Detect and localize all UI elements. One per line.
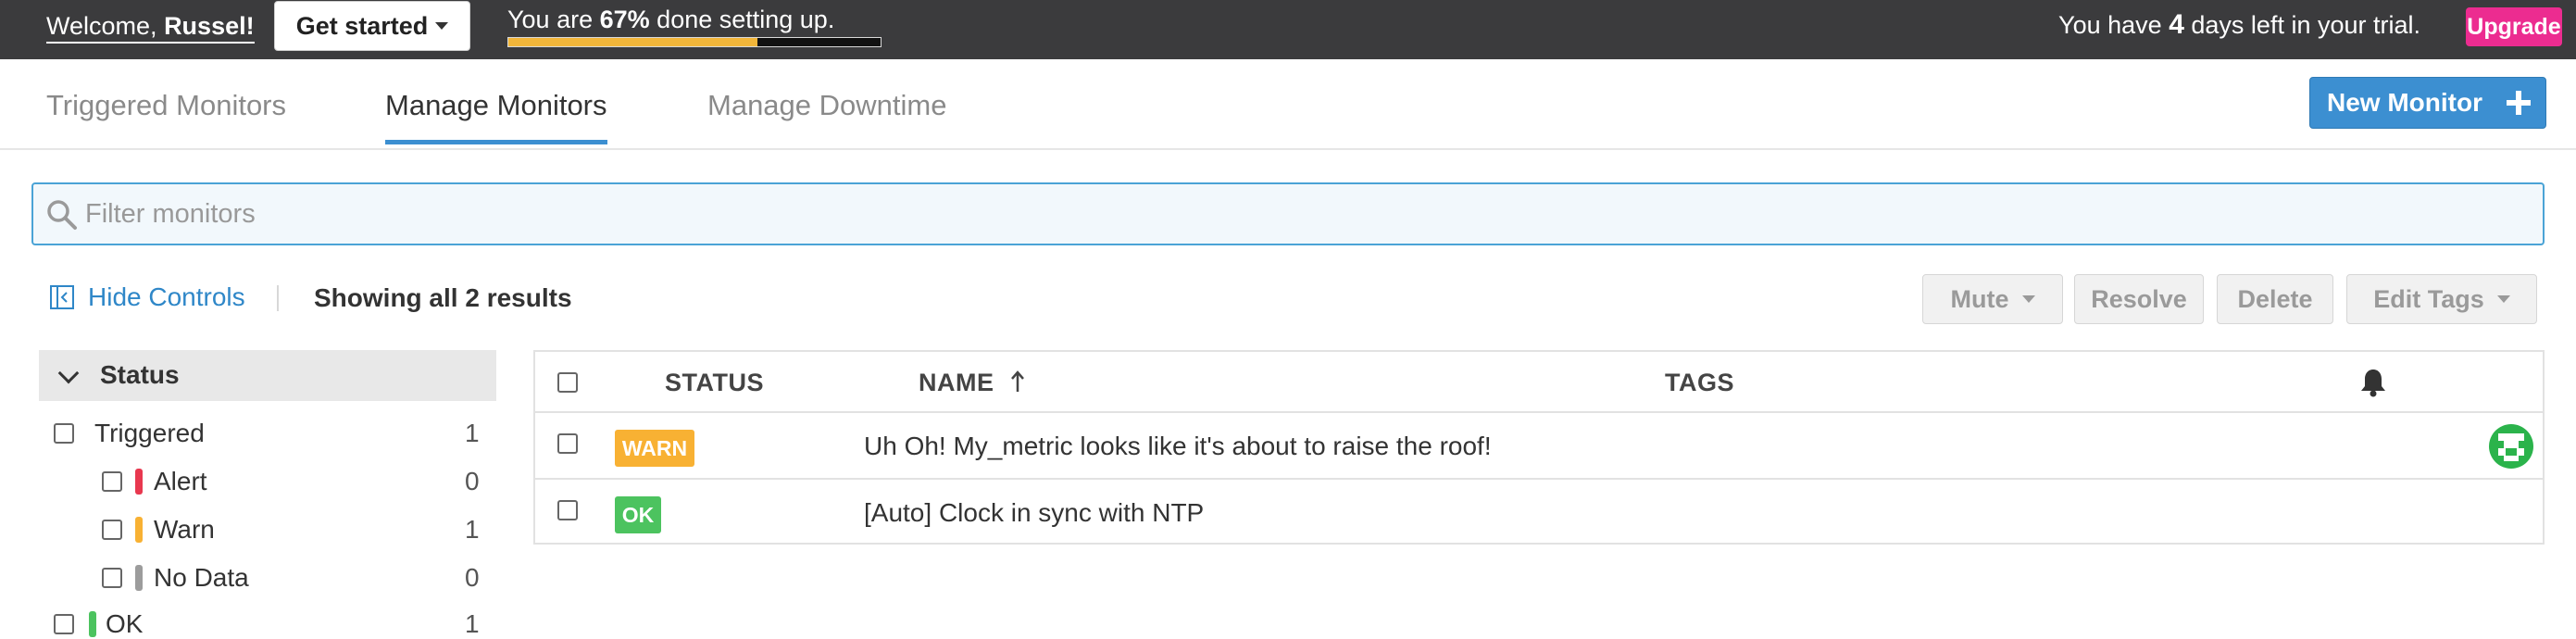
hide-controls-label: Hide Controls [88,282,245,311]
mute-button[interactable]: Mute [1922,274,2063,324]
tab-manage-monitors[interactable]: Manage Monitors [385,87,607,144]
trial-days: 4 [2169,9,2184,40]
warn-color-indicator [135,517,143,543]
welcome-prefix: Welcome, [46,12,157,40]
name-header-label: NAME [919,369,994,396]
get-started-label: Get started [295,11,429,40]
checkbox[interactable] [102,520,122,540]
filter-label: Triggered [94,419,205,447]
avatar-identicon-icon [2498,433,2524,461]
row-checkbox[interactable] [557,433,578,454]
setup-progress-text: You are 67% done setting up. [507,4,834,35]
checkbox[interactable] [54,614,74,634]
monitor-tabs: Triggered Monitors Manage Monitors Manag… [0,59,2576,150]
caret-down-icon [2021,295,2035,303]
filter-label: Warn [154,515,215,544]
collapse-panel-icon [50,285,74,309]
no-data-color-indicator [135,565,143,591]
filter-warn[interactable]: Warn [102,515,215,545]
bell-icon[interactable] [2358,367,2388,398]
status-facet-title: Status [100,360,180,389]
filter-alert[interactable]: Alert [102,467,207,496]
column-header-tags[interactable]: TAGS [1665,369,1734,397]
select-all-checkbox[interactable] [557,372,578,393]
search-icon [47,200,77,230]
new-monitor-button[interactable]: New Monitor [2309,77,2546,129]
filter-label: OK [106,609,144,638]
checkbox[interactable] [102,568,122,588]
user-name: Russel! [164,12,255,40]
divider [277,285,279,311]
filter-monitors-input[interactable] [85,184,2493,244]
checkbox[interactable] [102,471,122,492]
monitor-name-link[interactable]: Uh Oh! My_metric looks like it's about t… [864,430,1492,463]
table-row[interactable]: WARN Uh Oh! My_metric looks like it's ab… [535,413,2543,480]
progress-percent: 67% [599,6,650,33]
chevron-down-icon [57,362,80,384]
row-checkbox[interactable] [557,500,578,520]
resolve-button[interactable]: Resolve [2074,274,2204,324]
hide-controls-link[interactable]: Hide Controls [49,282,245,312]
trial-suffix: days left in your trial. [2191,11,2420,39]
status-facet-header[interactable]: Status [39,350,496,401]
filter-count: 1 [465,609,480,638]
filter-count: 1 [465,515,480,544]
status-badge: WARN [615,430,694,467]
table-header: STATUS NAME TAGS [535,352,2543,413]
mute-label: Mute [1950,284,2009,313]
caret-down-icon [2496,295,2510,303]
edit-tags-button[interactable]: Edit Tags [2346,274,2537,324]
checkbox[interactable] [54,423,74,444]
column-header-status[interactable]: STATUS [665,369,764,397]
setup-progress-fill [508,38,758,46]
new-monitor-label: New Monitor [2327,88,2482,117]
filter-count: 0 [465,467,480,495]
monitor-name-link[interactable]: [Auto] Clock in sync with NTP [864,496,1204,530]
ok-color-indicator [89,611,96,637]
results-count: Showing all 2 results [314,283,572,312]
alert-color-indicator [135,469,143,495]
trial-prefix: You have [2058,11,2162,39]
filter-count: 1 [465,419,480,447]
edit-tags-label: Edit Tags [2373,284,2484,313]
column-header-name[interactable]: NAME [919,369,1026,397]
welcome-message[interactable]: Welcome, Russel! [46,11,255,44]
filter-ok[interactable]: OK [54,609,143,639]
filter-label: No Data [154,563,249,592]
trial-notice: You have 4 days left in your trial. [2058,9,2420,41]
plus-icon [2507,91,2531,115]
status-badge: OK [615,496,661,533]
tab-manage-downtime[interactable]: Manage Downtime [707,87,946,144]
filter-no-data[interactable]: No Data [102,563,249,593]
upgrade-button[interactable]: Upgrade [2466,7,2562,46]
filter-triggered[interactable]: Triggered [54,419,205,448]
monitors-table: STATUS NAME TAGS WARN Uh Oh! My_metric l… [533,350,2545,545]
progress-suffix: done setting up. [657,6,835,33]
progress-prefix: You are [507,6,594,33]
caret-down-icon [435,22,449,30]
filter-label: Alert [154,467,207,495]
sort-ascending-arrow-icon [1010,370,1024,392]
filter-count: 0 [465,563,480,592]
setup-progress-bar [507,37,882,47]
delete-button[interactable]: Delete [2217,274,2333,324]
avatar[interactable] [2489,424,2533,469]
filter-monitors-search [31,182,2545,245]
table-row[interactable]: OK [Auto] Clock in sync with NTP [535,480,2543,546]
top-banner: Welcome, Russel! Get started You are 67%… [0,0,2576,59]
tab-triggered-monitors[interactable]: Triggered Monitors [46,87,286,144]
get-started-button[interactable]: Get started [274,1,470,51]
